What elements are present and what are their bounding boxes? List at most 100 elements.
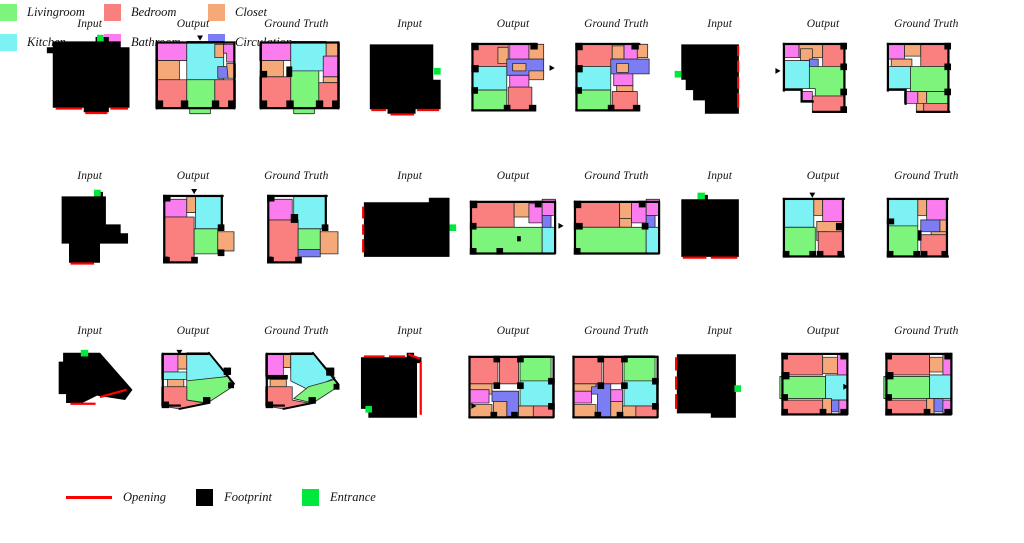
red-line-icon [66, 495, 112, 499]
panel-canvas-input [668, 341, 771, 430]
output-floorplan [783, 192, 846, 258]
room-closet [528, 70, 545, 81]
wall-segment [468, 355, 555, 358]
panel-input-r3c2: Input [358, 325, 461, 455]
wall-segment [218, 249, 225, 257]
wall-segment [840, 88, 848, 96]
wall-segment [573, 200, 581, 209]
panel-ground_truth-r1c3: Ground Truth [875, 18, 978, 148]
room-bathroom [925, 198, 948, 221]
input-floorplan [369, 44, 441, 116]
groundtruth-floorplan [883, 352, 953, 416]
wall-segment [470, 222, 477, 230]
wall-segment [233, 41, 236, 110]
panel-canvas-output [141, 341, 244, 430]
footprint-shape [61, 191, 129, 263]
room-circulation [933, 398, 943, 413]
sample-group-r3c3: Input Output Ground Truth [668, 325, 978, 455]
panel-ground_truth-r2c3: Ground Truth [875, 170, 978, 300]
wall-segment [308, 397, 316, 404]
entrance-arrow-icon [809, 192, 816, 198]
room-closet [822, 356, 839, 374]
panel-title-output: Output [176, 170, 210, 182]
room-closet [621, 405, 636, 419]
room-bedroom [602, 356, 623, 385]
panel-canvas-input [358, 341, 461, 430]
panel-canvas-output [141, 186, 244, 275]
wall-segment [884, 413, 952, 416]
input-floorplan [681, 192, 739, 259]
room-closet [269, 378, 287, 388]
panel-title-input: Input [77, 18, 103, 30]
wall-segment [265, 401, 273, 409]
panel-title-ground_truth: Ground Truth [894, 170, 959, 182]
wall-segment [781, 352, 789, 360]
wall-segment [781, 408, 789, 416]
wall-segment [840, 63, 848, 71]
wall-segment [490, 411, 498, 419]
legend-item-entrance: Entrance [301, 488, 376, 506]
sample-group-r3c1: Input Output Ground Truth [38, 325, 348, 455]
panel-title-input: Input [397, 325, 423, 337]
wall-segment [781, 371, 790, 380]
room-kitchen [290, 40, 327, 72]
entrance-marker [365, 405, 373, 413]
entrance-marker [97, 34, 104, 42]
room-livingroom [909, 66, 949, 92]
wall-segment [535, 200, 542, 208]
footprint-shape [46, 36, 130, 113]
room-closet [167, 378, 185, 388]
room-livingroom [519, 355, 552, 382]
room-kitchen [784, 60, 811, 90]
wall-segment [574, 109, 639, 112]
legend-label: Footprint [224, 489, 272, 504]
panel-input-r1c1: Input [38, 18, 141, 148]
wall-segment [265, 374, 288, 380]
wall-segment [161, 401, 170, 409]
wall-segment [156, 100, 164, 109]
wall-segment [616, 411, 623, 419]
room-kitchen [292, 195, 327, 230]
room-bedroom [471, 201, 515, 228]
room-bathroom [267, 198, 293, 221]
wall-segment [290, 214, 298, 223]
wall-segment [163, 194, 166, 263]
room-closet [615, 63, 629, 73]
room-closet [518, 405, 535, 419]
wall-segment [886, 197, 949, 201]
wall-segment [471, 87, 479, 94]
room-bathroom [322, 55, 340, 78]
wall-segment [529, 104, 537, 112]
panel-output-r1c2: Output [461, 18, 564, 148]
wall-segment [886, 88, 906, 91]
wall-segment [285, 66, 292, 77]
room-closet [917, 91, 927, 104]
room-kitchen [195, 195, 223, 230]
groundtruth-floorplan [886, 42, 951, 113]
wall-segment [266, 256, 274, 264]
wall-segment [657, 200, 660, 254]
groundtruth-floorplan [264, 351, 340, 410]
footprint-shape [363, 197, 450, 257]
wall-segment [156, 107, 236, 110]
footprint-shape [369, 44, 441, 114]
panel-output-r2c3: Output [771, 170, 874, 300]
wall-segment [163, 194, 224, 198]
wall-segment [594, 411, 601, 419]
panel-output-r3c2: Output [461, 325, 564, 455]
panel-title-input: Input [77, 170, 103, 182]
panel-canvas-output [461, 34, 564, 123]
input-floorplan [362, 197, 457, 257]
wall-segment [554, 200, 557, 254]
output-floorplan [163, 188, 235, 264]
wall-segment [548, 402, 556, 410]
room-closet [319, 231, 339, 255]
wall-segment [836, 222, 845, 231]
room-closet [512, 63, 527, 72]
room-closet [177, 353, 188, 370]
panel-ground_truth-r3c2: Ground Truth [565, 325, 668, 455]
wall-segment [632, 104, 640, 112]
room-closet [890, 58, 912, 67]
room-bathroom [610, 389, 623, 402]
wall-segment [336, 41, 340, 110]
